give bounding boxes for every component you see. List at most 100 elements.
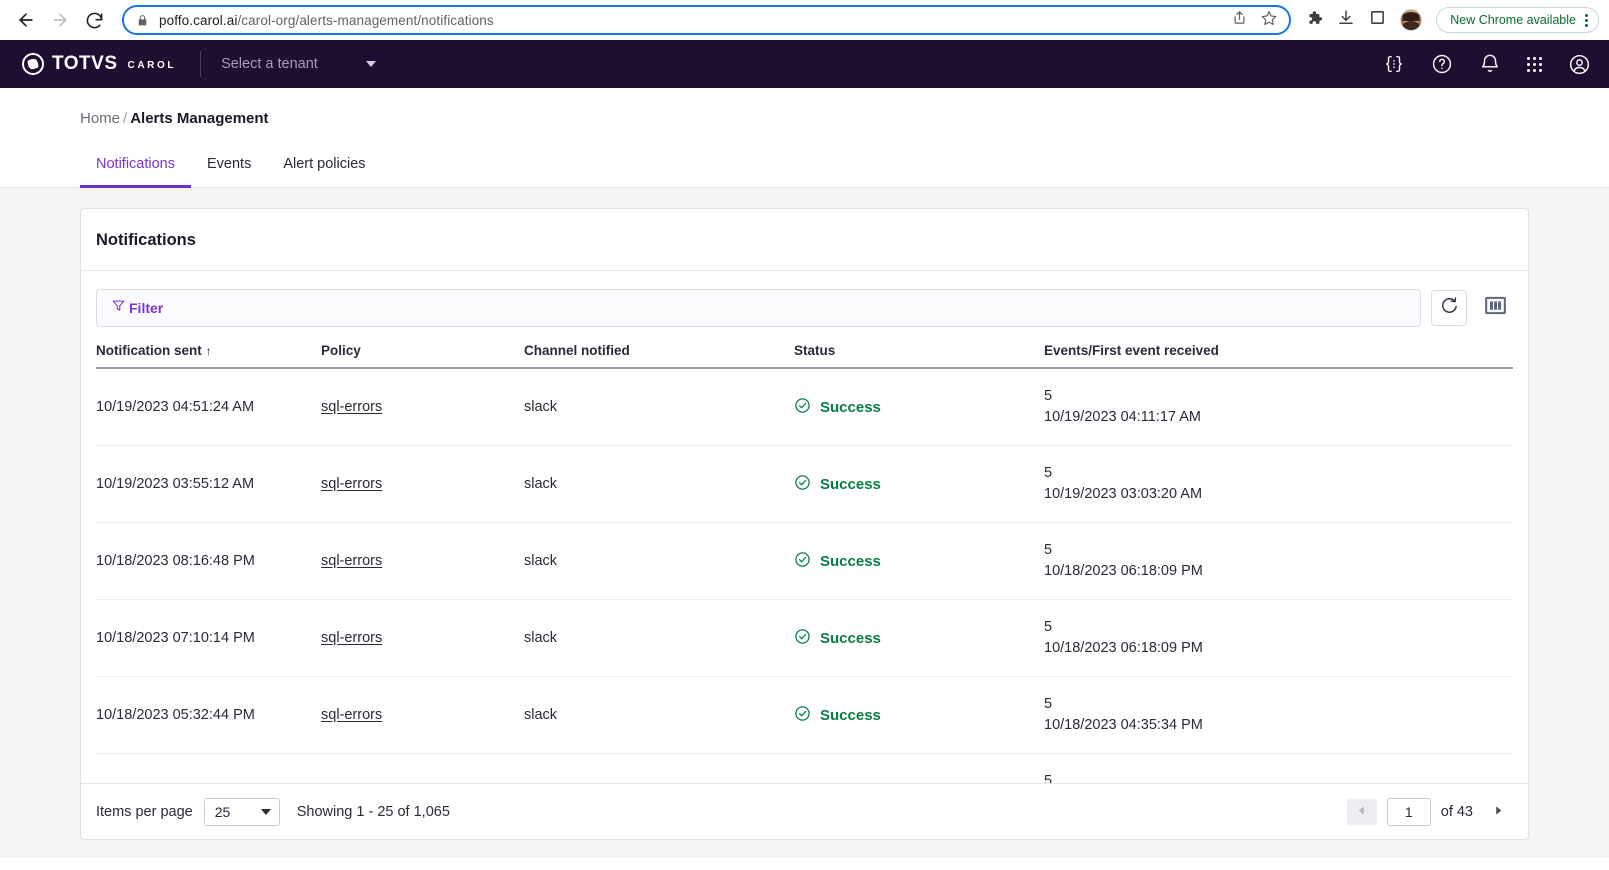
table-header-row: Notification sent ↑ Policy Channel notifi… [96, 337, 1513, 369]
code-brackets-icon[interactable] [1383, 53, 1405, 75]
refresh-button[interactable] [1431, 290, 1467, 326]
cell-policy: sql-errors [321, 599, 524, 678]
showing-range-text: Showing 1 - 25 of 1,065 [296, 803, 450, 820]
page-title: Alerts Management [130, 110, 269, 127]
cell-notification-sent: 10/18/2023 08:16:48 PM [96, 522, 321, 601]
events-count: 5 [1044, 542, 1053, 559]
tenant-selector[interactable]: Select a tenant [221, 56, 376, 72]
table-toolbar: Filter [81, 271, 1528, 337]
table-row[interactable]: 10/18/2023 03:30:06 PM sql-errors slack … [96, 753, 1513, 783]
cell-status: Success [794, 599, 1044, 678]
cell-events-first-event: 5 10/19/2023 04:11:17 AM [1044, 368, 1513, 447]
table-row[interactable]: 10/19/2023 04:51:24 AM sql-errors slack … [96, 368, 1513, 447]
filter-funnel-icon [111, 298, 126, 318]
success-check-icon [794, 551, 811, 572]
events-count: 5 [1044, 773, 1053, 783]
cell-channel-notified: slack [524, 753, 794, 783]
table-row[interactable]: 10/18/2023 07:10:14 PM sql-errors slack … [96, 599, 1513, 678]
header-icon-group [1383, 53, 1591, 76]
policy-link[interactable]: sql-errors [321, 399, 382, 415]
page-number-input[interactable] [1386, 797, 1431, 826]
events-count: 5 [1044, 388, 1053, 404]
column-header-policy[interactable]: Policy [321, 337, 524, 369]
next-page-button[interactable] [1483, 799, 1513, 825]
policy-link[interactable]: sql-errors [321, 553, 382, 569]
tab-notifications[interactable]: Notifications [80, 146, 191, 188]
reload-button[interactable] [78, 4, 110, 36]
notifications-bell-icon[interactable] [1479, 53, 1501, 75]
cell-channel-notified: slack [524, 676, 794, 755]
chevron-down-icon [365, 61, 376, 67]
url-text: poffo.carol.ai/carol-org/alerts-manageme… [159, 13, 1222, 28]
sort-ascending-icon: ↑ [205, 344, 212, 358]
events-count: 5 [1044, 465, 1053, 482]
items-per-page-select[interactable]: 25 [203, 797, 280, 826]
cell-status: Success [794, 445, 1044, 524]
policy-link[interactable]: sql-errors [321, 476, 382, 492]
content-area: Notifications Filter Notification sent ↑… [0, 188, 1609, 858]
help-circle-icon[interactable] [1431, 53, 1453, 75]
browser-actions: New Chrome available [1301, 7, 1599, 33]
totvs-carol-logo[interactable]: TOTVS CAROL [22, 53, 176, 75]
events-count: 5 [1044, 619, 1053, 636]
brand-name-totvs: TOTVS [52, 53, 118, 74]
cell-events-first-event: 5 10/18/2023 02:37:25 PM [1044, 753, 1513, 783]
cell-events-first-event: 5 10/18/2023 06:18:09 PM [1044, 599, 1513, 678]
chrome-menu-icon[interactable] [1585, 13, 1588, 27]
policy-link[interactable]: sql-errors [321, 630, 382, 646]
account-circle-icon[interactable] [1568, 53, 1591, 76]
tab-alert-policies[interactable]: Alert policies [267, 146, 381, 188]
cell-policy: sql-errors [321, 368, 524, 447]
chevron-left-icon [1356, 803, 1367, 821]
policy-link[interactable]: sql-errors [321, 707, 382, 723]
cell-notification-sent: 10/18/2023 03:30:06 PM [96, 753, 321, 783]
success-check-icon [794, 474, 811, 495]
cell-status: Success [794, 522, 1044, 601]
address-bar[interactable]: poffo.carol.ai/carol-org/alerts-manageme… [122, 5, 1292, 35]
tab-events[interactable]: Events [191, 146, 267, 188]
status-badge: Success [820, 475, 881, 493]
download-icon[interactable] [1337, 9, 1355, 32]
cell-status: Success [794, 368, 1044, 447]
puzzle-extensions-icon[interactable] [1305, 9, 1323, 32]
success-check-icon [794, 705, 811, 726]
browser-toolbar: poffo.carol.ai/carol-org/alerts-manageme… [0, 0, 1609, 40]
header-divider [200, 51, 202, 77]
reload-icon [85, 11, 104, 30]
table-row[interactable]: 10/18/2023 08:16:48 PM sql-errors slack … [96, 522, 1513, 601]
apps-grid-icon[interactable] [1527, 56, 1542, 72]
previous-page-button[interactable] [1346, 798, 1377, 825]
side-panel-icon[interactable] [1369, 9, 1386, 31]
share-icon[interactable] [1232, 10, 1247, 30]
url-host: poffo.carol.ai [159, 12, 238, 28]
cell-policy: sql-errors [321, 676, 524, 755]
columns-settings-button[interactable] [1477, 290, 1513, 326]
refresh-icon [1440, 296, 1459, 320]
profile-avatar[interactable] [1400, 9, 1423, 31]
filter-input[interactable]: Filter [96, 289, 1421, 327]
first-event-received: 10/18/2023 06:18:09 PM [1044, 640, 1203, 657]
status-badge: Success [820, 706, 881, 724]
cell-notification-sent: 10/19/2023 03:55:12 AM [96, 445, 321, 524]
pagination-bar: Items per page 25 Showing 1 - 25 of 1,06… [81, 783, 1528, 839]
events-count: 5 [1044, 696, 1053, 713]
cell-events-first-event: 5 10/18/2023 06:18:09 PM [1044, 522, 1513, 601]
back-arrow-icon [16, 10, 36, 30]
cell-channel-notified: slack [524, 599, 794, 678]
column-header-notification-sent[interactable]: Notification sent ↑ [96, 337, 321, 369]
status-badge: Success [820, 552, 881, 570]
bookmark-star-icon[interactable] [1261, 10, 1277, 31]
table-row[interactable]: 10/19/2023 03:55:12 AM sql-errors slack … [96, 445, 1513, 524]
cell-events-first-event: 5 10/19/2023 03:03:20 AM [1044, 445, 1513, 524]
table-row[interactable]: 10/18/2023 05:32:44 PM sql-errors slack … [96, 676, 1513, 755]
back-button[interactable] [10, 4, 42, 36]
column-header-status[interactable]: Status [794, 337, 1044, 369]
app-header: TOTVS CAROL Select a tenant [0, 40, 1609, 88]
breadcrumb-separator: / [123, 110, 128, 127]
forward-button[interactable] [44, 4, 76, 36]
total-pages-label: of 43 [1440, 803, 1473, 820]
column-header-channel-notified[interactable]: Channel notified [524, 337, 794, 369]
column-header-events-first-event[interactable]: Events/First event received [1044, 337, 1513, 369]
new-chrome-available-button[interactable]: New Chrome available [1436, 7, 1599, 33]
breadcrumb-home-link[interactable]: Home [80, 110, 120, 127]
